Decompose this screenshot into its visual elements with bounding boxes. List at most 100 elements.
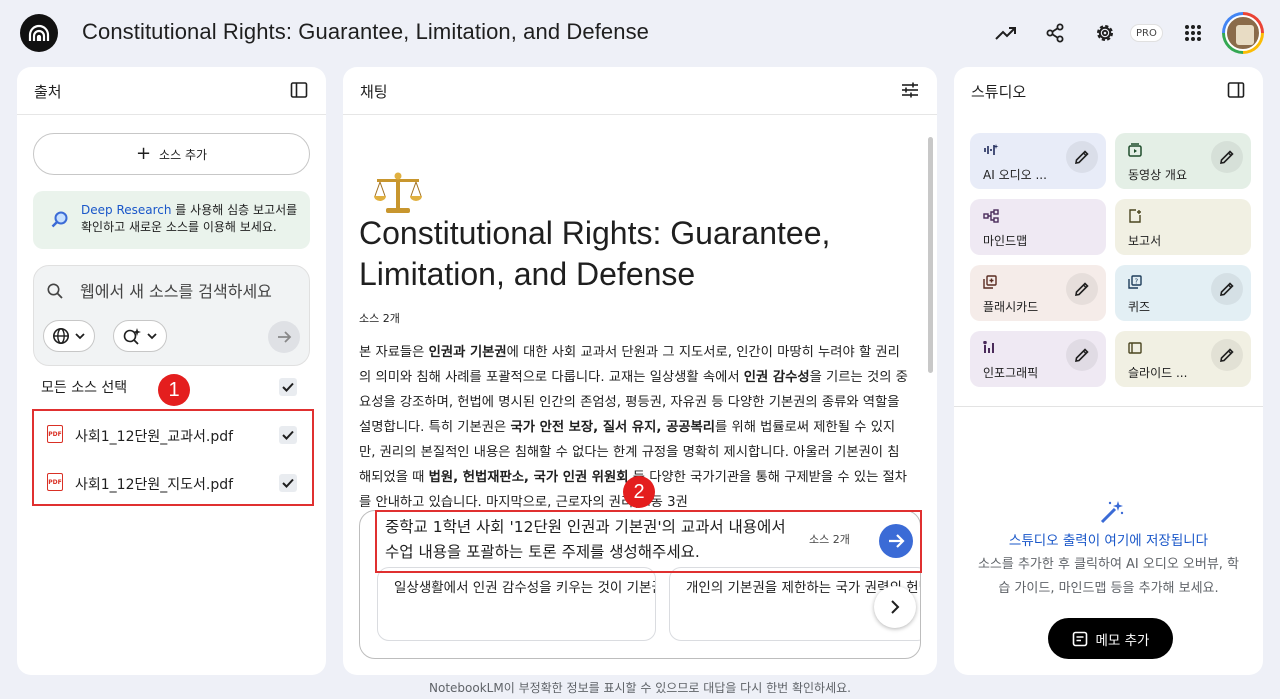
studio-tile-edit-button[interactable] [1066,141,1098,173]
studio-tile[interactable]: 인포그래픽 [970,331,1106,387]
studio-tile-edit-button[interactable] [1211,339,1243,371]
studio-tile[interactable]: 보고서 [1115,199,1251,255]
sources-panel: 출처 + 소스 추가 Deep Research 를 사용해 심층 보고서를 확… [17,67,326,675]
pencil-icon [1220,282,1234,296]
avatar[interactable] [1222,12,1264,54]
plus-icon: + [135,143,152,164]
research-mode-dropdown[interactable] [113,320,167,352]
sparkle-search-icon [123,328,141,345]
sources-panel-header: 출처 [17,67,326,115]
pencil-icon [1220,150,1234,164]
trending-up-icon[interactable] [994,21,1018,45]
add-note-label: 메모 추가 [1095,632,1150,649]
pdf-icon: PDF [47,425,63,443]
check-icon [282,478,294,488]
video-icon [1128,142,1142,157]
studio-tile-label: 슬라이드 ... [1128,366,1188,380]
chat-panel-title: 채팅 [360,83,388,101]
studio-panel-title: 스튜디오 [971,83,1027,101]
chevron-down-icon [75,333,85,340]
studio-tile-edit-button[interactable] [1066,339,1098,371]
notebook-summary-title: Constitutional Rights: Guarantee, Limita… [359,215,831,292]
studio-tile-label: 동영상 개요 [1128,168,1188,182]
deep-research-banner[interactable]: Deep Research 를 사용해 심층 보고서를 확인하고 새로운 소스를… [33,191,310,249]
collapse-panel-icon[interactable] [1227,81,1247,101]
chat-panel-header: 채팅 [343,67,937,115]
chat-panel: 채팅 Constitutional Rights: Guarantee, Lim… [343,67,937,675]
source-name: 사회1_12단원_지도서.pdf [75,477,234,493]
studio-tile[interactable]: 슬라이드 ... [1115,331,1251,387]
add-note-button[interactable]: 메모 추가 [1048,618,1173,659]
annotation-marker-2: 2 [623,476,655,508]
studio-tile-edit-button[interactable] [1211,273,1243,305]
pencil-icon [1075,348,1089,362]
globe-icon [53,328,69,344]
notebook-title[interactable]: Constitutional Rights: Guarantee, Limita… [82,19,649,45]
magic-wand-icon [1099,499,1124,524]
gear-icon[interactable] [1093,21,1117,45]
web-scope-dropdown[interactable] [43,320,95,352]
studio-tile-label: 보고서 [1128,234,1162,248]
source-item[interactable]: PDF 사회1_12단원_교과서.pdf [34,415,312,455]
studio-tile-label: 플래시카드 [983,300,1039,314]
check-icon [282,430,294,440]
apps-grid-icon[interactable] [1181,21,1205,45]
share-icon[interactable] [1043,21,1067,45]
pencil-icon [1075,150,1089,164]
studio-tile-edit-button[interactable] [1211,141,1243,173]
studio-tile-label: 마인드맵 [983,234,1028,248]
studio-divider [954,406,1263,407]
select-all-checkbox[interactable] [279,378,297,396]
studio-tile-label: 퀴즈 [1128,300,1151,314]
chat-scrollbar[interactable] [928,137,933,373]
studio-tile[interactable]: 동영상 개요 [1115,133,1251,189]
studio-panel-header: 스튜디오 [954,67,1263,115]
studio-tile[interactable]: 마인드맵 [970,199,1106,255]
magnifier-icon [50,210,70,230]
source-list: PDF 사회1_12단원_교과서.pdf PDF 사회1_12단원_지도서.pd… [32,409,314,506]
scales-icon [373,170,423,216]
source-name: 사회1_12단원_교과서.pdf [75,429,234,445]
studio-empty-description: 소스를 추가한 후 클릭하여 AI 오디오 오버뷰, 학습 가이드, 마인드맵 … [977,557,1240,596]
top-bar: Constitutional Rights: Guarantee, Limita… [0,0,1280,66]
add-source-button[interactable]: + 소스 추가 [33,133,310,175]
pro-badge: PRO [1130,24,1163,42]
note-icon [1072,631,1087,646]
suggested-question[interactable]: 일상생활에서 인권 감수성을 키우는 것이 기본권 보장에 어떻게 기여하는가? [377,567,656,641]
disclaimer-footer: NotebookLM이 부정확한 정보를 표시할 수 있으므로 대답을 다시 한… [429,681,851,695]
sources-panel-title: 출처 [34,83,62,101]
search-icon [46,282,64,300]
search-submit-button[interactable] [268,321,300,353]
studio-tile[interactable]: AI 오디오 ... [970,133,1106,189]
studio-tile[interactable]: 플래시카드 [970,265,1106,321]
pdf-icon: PDF [47,473,63,491]
deep-research-text: Deep Research 를 사용해 심층 보고서를 확인하고 새로운 소스를… [81,202,306,236]
add-source-label: 소스 추가 [159,147,208,162]
source-item[interactable]: PDF 사회1_12단원_지도서.pdf [34,463,312,503]
tune-icon[interactable] [901,81,921,101]
deep-research-link[interactable]: Deep Research [81,203,171,217]
audio-waveform-icon [983,142,999,156]
studio-empty-title: 스튜디오 출력이 여기에 저장됩니다 [1008,533,1209,549]
avatar-image [1225,15,1261,51]
studio-panel: 스튜디오 AI 오디오 ... 동영상 개요 마인드맵 보고서 플래시카드? 퀴즈 인포그래… [954,67,1263,675]
search-input[interactable] [80,278,300,304]
chevron-down-icon [147,333,157,340]
quiz-icon: ? [1128,274,1142,289]
flashcard-icon [983,274,997,289]
next-suggestions-button[interactable] [874,586,916,628]
check-icon [282,382,294,392]
collapse-panel-icon[interactable] [290,81,310,101]
source-checkbox[interactable] [279,426,297,444]
source-checkbox[interactable] [279,474,297,492]
slides-icon [1128,340,1142,354]
svg-text:?: ? [1135,278,1139,286]
web-source-search [33,265,310,366]
prompt-highlight-box [375,510,922,573]
pencil-icon [1220,348,1234,362]
studio-tile-edit-button[interactable] [1066,273,1098,305]
studio-tile[interactable]: ? 퀴즈 [1115,265,1251,321]
notebooklm-logo-icon[interactable] [20,14,58,52]
infographic-icon [983,340,997,354]
mindmap-icon [983,208,999,223]
